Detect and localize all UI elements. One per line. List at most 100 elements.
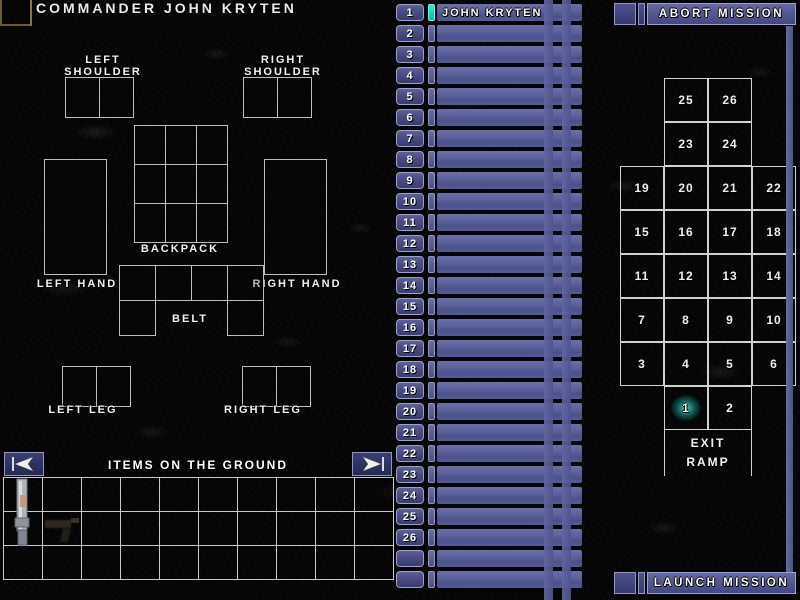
backpack-slot-cell[interactable] — [134, 203, 166, 243]
deployment-cell[interactable]: 4 — [664, 342, 708, 386]
backpack-slot-cell[interactable] — [165, 164, 197, 204]
right-hand-slot[interactable] — [264, 159, 327, 275]
roster-row-bar[interactable] — [437, 151, 582, 168]
roster-row-bar[interactable]: John Kryten — [437, 4, 582, 21]
ground-item-cell[interactable] — [354, 511, 394, 546]
roster-row[interactable]: 4 — [396, 66, 582, 86]
deployment-cell[interactable]: 23 — [664, 122, 708, 166]
roster-row[interactable]: 22 — [396, 444, 582, 464]
roster-row[interactable]: 11 — [396, 213, 582, 233]
deployment-cell[interactable]: 2 — [708, 386, 752, 430]
ground-item-cell[interactable] — [159, 477, 199, 512]
ground-item-cell[interactable] — [237, 545, 277, 580]
roster-row-bar[interactable] — [437, 403, 582, 420]
ground-item-cell[interactable] — [237, 511, 277, 546]
right-hand-slot-cell[interactable] — [264, 159, 327, 275]
ground-item-cell[interactable] — [198, 511, 238, 546]
ground-item-cell[interactable] — [120, 477, 160, 512]
roster-row-bar[interactable] — [437, 130, 582, 147]
roster-row-bar[interactable] — [437, 571, 582, 588]
roster-row[interactable]: 12 — [396, 234, 582, 254]
deployment-cell[interactable]: 12 — [664, 254, 708, 298]
deployment-cell[interactable]: 26 — [708, 78, 752, 122]
ground-item-cell[interactable] — [315, 545, 355, 580]
ground-item-cell[interactable] — [3, 545, 43, 580]
roster-row[interactable]: 1 John Kryten — [396, 3, 582, 23]
roster-row[interactable]: 25 — [396, 507, 582, 527]
roster-row-bar[interactable] — [437, 193, 582, 210]
deployment-cell[interactable]: 16 — [664, 210, 708, 254]
roster-row[interactable]: 20 — [396, 402, 582, 422]
ground-item-cell[interactable] — [120, 545, 160, 580]
roster-row[interactable]: 10 — [396, 192, 582, 212]
roster-row[interactable]: 16 — [396, 318, 582, 338]
backpack-slot-cell[interactable] — [165, 203, 197, 243]
ground-item-cell[interactable] — [159, 511, 199, 546]
right-leg-slot-cell[interactable] — [276, 366, 311, 407]
roster-row-bar[interactable] — [437, 424, 582, 441]
ground-item-pistol[interactable] — [43, 512, 82, 546]
ground-item-cell[interactable] — [81, 545, 121, 580]
deployment-cell[interactable]: 13 — [708, 254, 752, 298]
ground-item-cell[interactable] — [81, 477, 121, 512]
roster-row-bar[interactable] — [437, 214, 582, 231]
right-shoulder-slot-cell[interactable] — [243, 77, 278, 118]
backpack-slot-cell[interactable] — [165, 125, 197, 165]
belt-slot-cell[interactable] — [155, 265, 192, 301]
roster-row[interactable]: 13 — [396, 255, 582, 275]
left-leg-slot-cell[interactable] — [62, 366, 97, 407]
left-hand-slot[interactable] — [44, 159, 107, 275]
roster-row[interactable] — [396, 570, 582, 590]
ground-item-cell[interactable] — [198, 545, 238, 580]
left-shoulder-slot-cell[interactable] — [99, 77, 134, 118]
roster-row[interactable] — [396, 549, 582, 569]
left-hand-slot-cell[interactable] — [44, 159, 107, 275]
ground-item-cell[interactable] — [315, 511, 355, 546]
backpack-slot-cell[interactable] — [134, 164, 166, 204]
exit-ramp-zone[interactable]: Exit Ramp — [664, 430, 752, 476]
backpack-slot-cell[interactable] — [196, 203, 228, 243]
ground-item-cell[interactable] — [276, 511, 316, 546]
left-shoulder-slot-cell[interactable] — [65, 77, 100, 118]
ground-item-rifle[interactable] — [4, 478, 43, 546]
belt-slot[interactable] — [119, 265, 264, 336]
roster-row[interactable]: 3 — [396, 45, 582, 65]
roster-row-bar[interactable] — [437, 361, 582, 378]
deployment-cell[interactable]: 17 — [708, 210, 752, 254]
ground-item-cell[interactable] — [120, 511, 160, 546]
backpack-slot-cell[interactable] — [196, 125, 228, 165]
roster-row-bar[interactable] — [437, 445, 582, 462]
deployment-cell[interactable]: 20 — [664, 166, 708, 210]
deployment-cell[interactable]: 24 — [708, 122, 752, 166]
roster-row-bar[interactable] — [437, 235, 582, 252]
roster-row-bar[interactable] — [437, 319, 582, 336]
left-shoulder-slot[interactable] — [65, 77, 134, 118]
deployment-cell[interactable]: 11 — [620, 254, 664, 298]
deployment-cell[interactable]: 9 — [708, 298, 752, 342]
ground-item-cell[interactable] — [81, 511, 121, 546]
roster-row-bar[interactable] — [437, 529, 582, 546]
ground-item-cell[interactable] — [354, 477, 394, 512]
roster-row-bar[interactable] — [437, 340, 582, 357]
roster-row[interactable]: 18 — [396, 360, 582, 380]
roster-row-bar[interactable] — [437, 508, 582, 525]
ground-item-cell[interactable] — [42, 545, 82, 580]
squad-roster-list[interactable]: 1 John Kryten 2 3 4 5 6 7 8 9 10 11 12 13 14 15 16 17 18 19… — [396, 0, 582, 600]
ground-item-cell[interactable] — [159, 545, 199, 580]
deployment-cell[interactable]: 21 — [708, 166, 752, 210]
deployment-cell[interactable]: 3 — [620, 342, 664, 386]
roster-row-bar[interactable] — [437, 256, 582, 273]
launch-mission-button[interactable]: Launch Mission — [614, 572, 796, 594]
roster-row-bar[interactable] — [437, 382, 582, 399]
roster-row[interactable]: 26 — [396, 528, 582, 548]
backpack-slot[interactable] — [134, 125, 228, 243]
roster-row[interactable]: 6 — [396, 108, 582, 128]
roster-row-bar[interactable] — [437, 487, 582, 504]
roster-row[interactable]: 2 — [396, 24, 582, 44]
ground-item-cell[interactable] — [42, 477, 82, 512]
ground-items-grid[interactable] — [3, 477, 394, 580]
left-leg-slot[interactable] — [62, 366, 131, 407]
abort-mission-button[interactable]: Abort Mission — [614, 3, 796, 25]
deployment-cell[interactable]: 8 — [664, 298, 708, 342]
deployment-cell[interactable]: 25 — [664, 78, 708, 122]
